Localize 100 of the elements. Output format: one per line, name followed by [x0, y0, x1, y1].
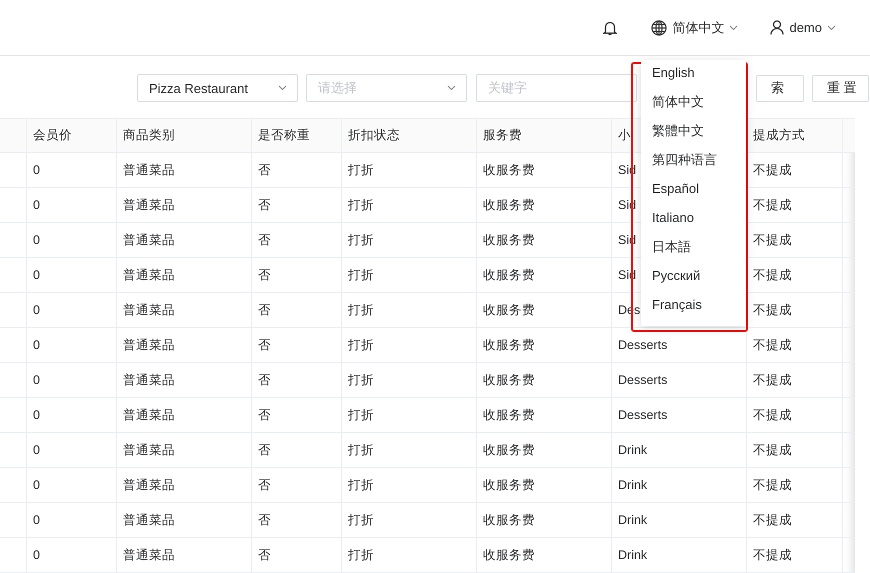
- table-cell: 普通菜品: [123, 162, 175, 178]
- table-cell: Drink: [618, 443, 648, 457]
- language-option[interactable]: Русский: [641, 263, 746, 292]
- column-header: 商品类别: [123, 127, 175, 144]
- table-cell: 打折: [348, 196, 374, 214]
- table-cell: 不提成: [753, 162, 792, 178]
- table-cell: 0: [33, 198, 40, 212]
- table-cell: Drink: [618, 478, 648, 492]
- chevron-down-icon: [827, 24, 836, 30]
- table-cell: 打折: [348, 232, 374, 248]
- table-cell: 不提成: [753, 232, 792, 248]
- table-cell: 否: [258, 162, 271, 178]
- table-cell: 0: [33, 373, 40, 387]
- table-cell: 收服务费: [483, 302, 535, 318]
- table-cell: 打折: [348, 476, 374, 494]
- table-cell: 0: [33, 163, 40, 177]
- table-cell: 收服务费: [483, 336, 535, 354]
- table-cell: 普通菜品: [123, 372, 175, 388]
- column-header: 会员价: [33, 127, 72, 144]
- table-cell: 否: [258, 232, 271, 248]
- table-cell: 打折: [348, 162, 374, 178]
- table-cell: 0: [33, 513, 40, 527]
- language-option[interactable]: 简体中文: [641, 89, 746, 118]
- chevron-down-icon: [729, 24, 738, 30]
- table-cell: 0: [33, 268, 40, 282]
- table-cell: 不提成: [753, 476, 792, 494]
- table-cell: 不提成: [753, 372, 792, 388]
- table-cell: 收服务费: [483, 476, 535, 494]
- table-cell: 0: [33, 338, 40, 352]
- table-cell: 收服务费: [483, 372, 535, 388]
- table-cell: 不提成: [753, 336, 792, 354]
- table-cell: 普通菜品: [123, 232, 175, 248]
- bell-icon[interactable]: [603, 20, 618, 36]
- table-cell: 普通菜品: [123, 302, 175, 318]
- table-cell: 收服务费: [483, 406, 535, 424]
- table-cell: 否: [258, 336, 271, 354]
- table-cell: 打折: [348, 266, 374, 284]
- table-cell: 普通菜品: [123, 406, 175, 424]
- table-cell: 普通菜品: [123, 546, 175, 564]
- table-cell: 普通菜品: [123, 336, 175, 354]
- table-cell: 0: [33, 303, 40, 317]
- table-cell: 0: [33, 443, 40, 457]
- table-cell: 普通菜品: [123, 476, 175, 494]
- table-cell: 普通菜品: [123, 442, 175, 458]
- table-cell: 收服务费: [483, 266, 535, 284]
- table-cell: 不提成: [753, 442, 792, 458]
- user-menu[interactable]: demo: [770, 20, 836, 35]
- store-select[interactable]: Pizza Restaurant: [137, 74, 298, 102]
- table-cell: Drink: [618, 513, 648, 527]
- table-cell: 否: [258, 302, 271, 318]
- table-cell: Desserts: [618, 373, 668, 387]
- table-cell: 0: [33, 478, 40, 492]
- table-cell: 否: [258, 476, 271, 494]
- reset-button[interactable]: 重 置: [812, 74, 869, 102]
- table-cell: 收服务费: [483, 196, 535, 214]
- table-cell: Drink: [618, 548, 648, 562]
- language-option[interactable]: English: [641, 60, 746, 89]
- table-cell: 否: [258, 512, 271, 528]
- language-dropdown[interactable]: 简体中文: [651, 18, 738, 36]
- table-cell: 不提成: [753, 546, 792, 564]
- table-cell: 收服务费: [483, 232, 535, 248]
- table-cell: 打折: [348, 442, 374, 458]
- table-cell: Desserts: [618, 338, 668, 352]
- chevron-down-icon: [278, 85, 287, 91]
- table-cell: 不提成: [753, 512, 792, 528]
- table-cell: 收服务费: [483, 442, 535, 458]
- table-cell: 否: [258, 546, 271, 564]
- column-header: 小: [618, 127, 631, 144]
- search-button[interactable]: 索: [756, 74, 804, 102]
- table-cell: 0: [33, 233, 40, 247]
- table-cell: 否: [258, 406, 271, 424]
- table-cell: 不提成: [753, 302, 792, 318]
- table-cell: 否: [258, 442, 271, 458]
- table-cell: Desserts: [618, 408, 668, 422]
- language-option[interactable]: 繁體中文: [641, 118, 746, 147]
- language-option[interactable]: Français: [641, 292, 746, 321]
- table-cell: 否: [258, 372, 271, 388]
- column-header: 服务费: [483, 127, 522, 144]
- table-cell: 不提成: [753, 196, 792, 214]
- table-cell: 否: [258, 196, 271, 214]
- table-cell: 0: [33, 408, 40, 422]
- table-cell: 打折: [348, 546, 374, 564]
- table-cell: 收服务费: [483, 546, 535, 564]
- language-option[interactable]: Italiano: [641, 205, 746, 234]
- language-option[interactable]: 日本語: [641, 234, 746, 263]
- language-option[interactable]: Español: [641, 176, 746, 205]
- table-cell: 打折: [348, 372, 374, 388]
- table-cell: 普通菜品: [123, 512, 175, 528]
- table-cell: 打折: [348, 336, 374, 354]
- table-cell: 普通菜品: [123, 266, 175, 284]
- column-header: 是否称重: [258, 127, 310, 144]
- globe-icon: [651, 20, 668, 36]
- table-cell: 收服务费: [483, 512, 535, 528]
- table-cell: 普通菜品: [123, 196, 175, 214]
- chevron-down-icon: [447, 85, 456, 91]
- table-cell: 打折: [348, 406, 374, 424]
- language-option[interactable]: 第四种语言: [641, 147, 746, 176]
- table-cell: 0: [33, 548, 40, 562]
- table-cell: 打折: [348, 512, 374, 528]
- table-cell: 不提成: [753, 406, 792, 424]
